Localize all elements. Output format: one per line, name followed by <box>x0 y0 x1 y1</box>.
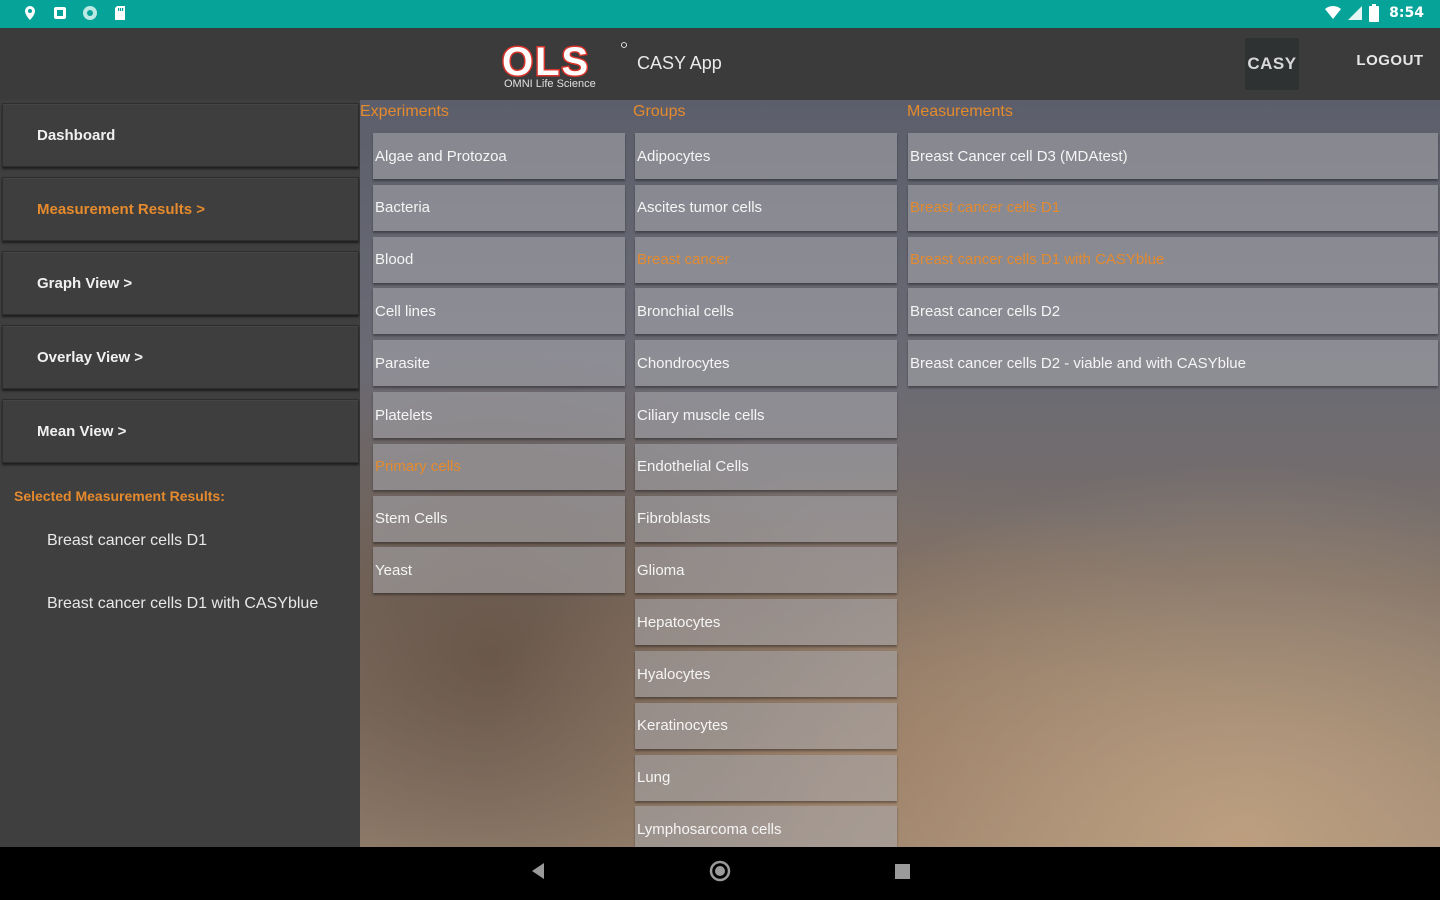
system-nav-bar <box>0 847 1440 900</box>
group-item[interactable]: Ciliary muscle cells <box>635 392 897 438</box>
status-time: 8:54 <box>1389 5 1424 21</box>
experiment-item[interactable]: Stem Cells <box>373 495 625 542</box>
sidebar-item-graph-view[interactable]: Graph View > <box>2 251 359 315</box>
group-item[interactable]: Breast cancer <box>635 236 897 283</box>
group-item[interactable]: Adipocytes <box>635 133 897 179</box>
ols-logo: OLS OMNI Life Science <box>501 39 627 90</box>
selected-results-title: Selected Measurement Results: <box>14 488 225 504</box>
status-bar: 8:54 <box>0 0 1440 28</box>
experiment-item[interactable]: Cell lines <box>373 288 625 335</box>
measurement-item[interactable]: Breast cancer cells D1 with CASYblue <box>908 236 1438 283</box>
group-item[interactable]: Keratinocytes <box>635 702 897 749</box>
sidebar-item-overlay-view[interactable]: Overlay View > <box>2 325 359 389</box>
measurement-item[interactable]: Breast cancer cells D2 <box>908 288 1438 335</box>
group-item[interactable]: Hepatocytes <box>635 599 897 646</box>
experiment-item[interactable]: Platelets <box>373 392 625 438</box>
status-left-icons <box>22 5 128 21</box>
experiment-item[interactable]: Bacteria <box>373 184 625 231</box>
group-item[interactable]: Hyalocytes <box>635 651 897 697</box>
group-item[interactable]: Lymphosarcoma cells <box>635 806 897 847</box>
group-item[interactable]: Chondrocytes <box>635 340 897 387</box>
signal-icon <box>1348 6 1363 20</box>
sidebar-item-measurement-results[interactable]: Measurement Results > <box>2 177 359 241</box>
experiment-item[interactable]: Parasite <box>373 340 625 387</box>
sd-card-icon <box>115 6 125 20</box>
experiment-item[interactable]: Yeast <box>373 547 625 594</box>
group-item[interactable]: Ascites tumor cells <box>635 184 897 231</box>
recents-icon[interactable] <box>895 864 910 879</box>
experiments-header: Experiments <box>360 103 449 120</box>
home-icon[interactable] <box>709 860 731 882</box>
logo-subtext: OMNI Life Science <box>504 78 596 90</box>
group-item[interactable]: Glioma <box>635 547 897 594</box>
measurement-item[interactable]: Breast cancer cells D1 <box>908 184 1438 231</box>
group-item[interactable]: Lung <box>635 754 897 801</box>
experiment-item[interactable]: Algae and Protozoa <box>373 133 625 179</box>
groups-header: Groups <box>633 103 686 120</box>
selected-result-item[interactable]: Breast cancer cells D1 <box>47 532 207 550</box>
status-right: 8:54 <box>1325 4 1424 22</box>
sidebar-item-mean-view[interactable]: Mean View > <box>2 399 359 463</box>
measurements-header: Measurements <box>907 103 1013 120</box>
battery-icon <box>1369 4 1380 22</box>
group-item[interactable]: Bronchial cells <box>635 288 897 335</box>
casy-button[interactable]: CASY <box>1245 38 1299 90</box>
group-item[interactable]: Fibroblasts <box>635 495 897 542</box>
app-bar: OLS OMNI Life Science CASY App CASY LOGO… <box>0 28 1440 100</box>
circle-notification-icon <box>83 6 97 20</box>
back-icon[interactable] <box>530 862 546 880</box>
logout-button[interactable]: LOGOUT <box>1340 52 1440 69</box>
location-icon <box>25 6 35 20</box>
experiment-item[interactable]: Primary cells <box>373 443 625 490</box>
sidebar-item-dashboard[interactable]: Dashboard <box>2 103 359 167</box>
experiment-item[interactable]: Blood <box>373 236 625 283</box>
selected-result-item[interactable]: Breast cancer cells D1 with CASYblue <box>47 595 318 613</box>
square-notification-icon <box>54 7 66 19</box>
app-title: CASY App <box>637 53 722 73</box>
sidebar: Dashboard Measurement Results > Graph Vi… <box>0 100 360 847</box>
wifi-icon <box>1325 5 1342 20</box>
group-item[interactable]: Endothelial Cells <box>635 443 897 490</box>
measurement-item[interactable]: Breast Cancer cell D3 (MDAtest) <box>908 133 1438 179</box>
main-content: Experiments Groups Measurements Algae an… <box>360 100 1440 847</box>
measurement-item[interactable]: Breast cancer cells D2 - viable and with… <box>908 340 1438 387</box>
